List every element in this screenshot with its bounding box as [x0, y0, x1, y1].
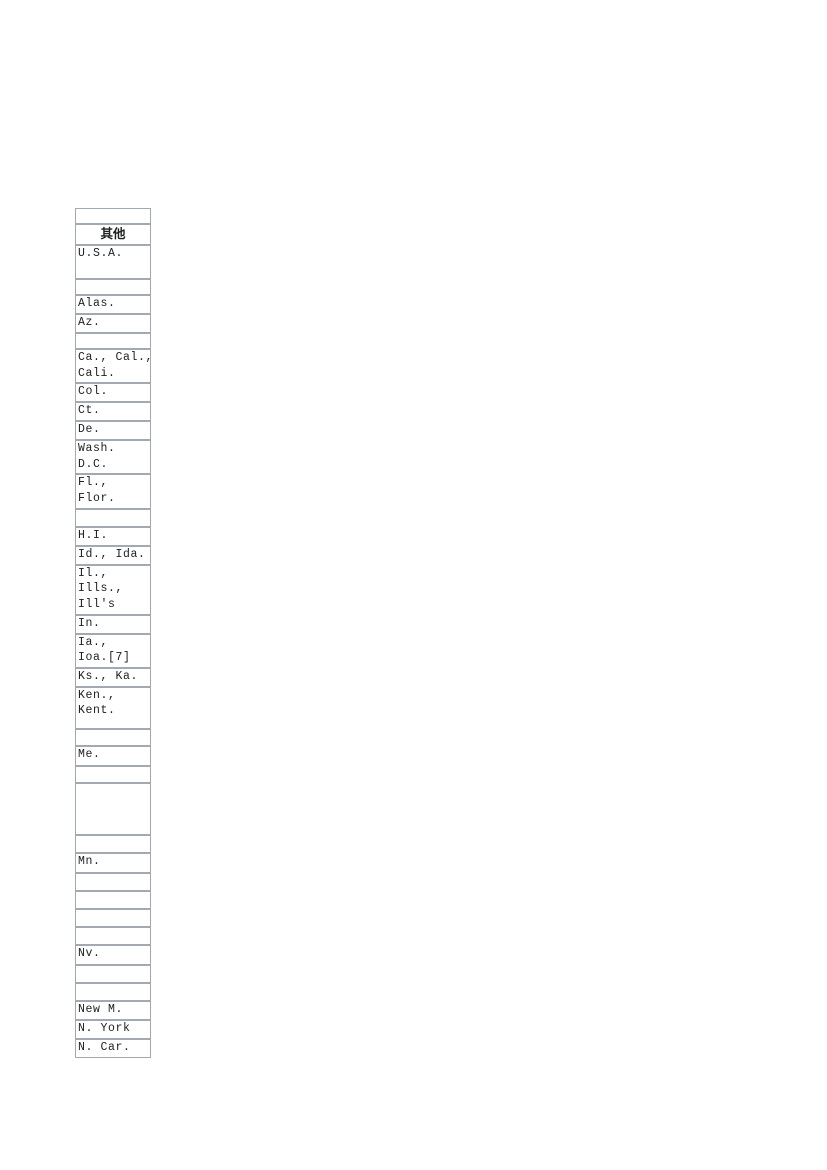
empty-cell — [75, 333, 151, 349]
cell-text-line: Wash. — [78, 442, 116, 456]
table-row — [75, 782, 151, 835]
table-row — [75, 834, 151, 853]
empty-cell — [75, 782, 151, 835]
abbreviation-cell: U.S.A. — [75, 245, 151, 279]
other-column-header: 其他 — [75, 224, 151, 245]
table-row: N. York — [75, 1019, 151, 1039]
cell-text-line: Cali. — [78, 366, 116, 380]
abbreviation-cell: Me. — [75, 745, 151, 766]
state-abbreviations-table: 其他 U.S.A. Alas. Az. Ca., Cal., Cali. Col. Ct. D… — [75, 208, 151, 1058]
table-row: U.S.A. — [75, 245, 151, 279]
cell-text-line: Ia., — [78, 635, 109, 649]
cell-text-line: Il., — [78, 566, 109, 580]
abbreviation-cell: N. Car. — [75, 1038, 151, 1058]
table-row — [75, 728, 151, 746]
table-row: De. — [75, 421, 151, 441]
empty-cell — [75, 728, 151, 746]
abbreviation-cell: Fl., Flor. — [75, 474, 151, 509]
abbreviation-cell: H.I. — [75, 526, 151, 546]
abbreviation-table-container: 其他 U.S.A. Alas. Az. Ca., Cal., Cali. Col. Ct. D… — [75, 208, 151, 1058]
table-row — [75, 333, 151, 349]
abbreviation-cell: Nv. — [75, 944, 151, 965]
table-top-spacer-row — [75, 208, 151, 224]
table-row — [75, 890, 151, 909]
table-header-row: 其他 — [75, 224, 151, 245]
table-row: H.I. — [75, 526, 151, 546]
abbreviation-cell: New M. — [75, 1000, 151, 1020]
table-top-spacer-cell — [75, 208, 151, 224]
empty-cell — [75, 872, 151, 891]
table-row: Ca., Cal., Cali. — [75, 349, 151, 384]
table-row: Il., Ills., Ill's — [75, 564, 151, 615]
table-row: Me. — [75, 745, 151, 766]
abbreviation-cell: Id., Ida. — [75, 545, 151, 565]
cell-text-line: Ills., — [78, 582, 124, 596]
abbreviation-cell: Ken., Kent. — [75, 686, 151, 729]
cell-text-line: Ca., Cal., — [78, 351, 151, 364]
abbreviation-cell: Il., Ills., Ill's — [75, 564, 151, 615]
empty-cell — [75, 908, 151, 927]
cell-text-line: Ill's — [78, 597, 116, 611]
abbreviation-cell: N. York — [75, 1019, 151, 1039]
table-row: Fl., Flor. — [75, 474, 151, 509]
abbreviation-cell: Ks., Ka. — [75, 667, 151, 687]
table-row: Nv. — [75, 944, 151, 965]
abbreviation-cell: Wash. D.C. — [75, 440, 151, 475]
cell-text-line: Ken., — [78, 688, 116, 702]
table-row — [75, 908, 151, 927]
abbreviation-cell: Az. — [75, 314, 151, 333]
table-row: Mn. — [75, 852, 151, 873]
empty-cell — [75, 508, 151, 527]
table-row: Id., Ida. — [75, 545, 151, 565]
abbreviation-cell: In. — [75, 614, 151, 634]
abbreviation-cell: Mn. — [75, 852, 151, 873]
abbreviation-cell: Col. — [75, 383, 151, 403]
empty-cell — [75, 926, 151, 945]
empty-cell — [75, 279, 151, 295]
empty-cell — [75, 890, 151, 909]
table-row — [75, 279, 151, 295]
table-row — [75, 926, 151, 945]
cell-text-line: Kent. — [78, 704, 116, 718]
table-row: In. — [75, 614, 151, 634]
abbreviation-cell: Alas. — [75, 295, 151, 314]
table-row: Alas. — [75, 295, 151, 314]
table-row — [75, 872, 151, 891]
abbreviation-cell: De. — [75, 421, 151, 441]
abbreviation-cell: Ia., Ioa.[7] — [75, 633, 151, 668]
abbreviation-cell: Ca., Cal., Cali. — [75, 349, 151, 384]
empty-cell — [75, 765, 151, 783]
empty-cell — [75, 982, 151, 1001]
cell-text-line: D.C. — [78, 457, 109, 471]
table-row: New M. — [75, 1000, 151, 1020]
table-row: Wash. D.C. — [75, 440, 151, 475]
table-row: Az. — [75, 314, 151, 333]
table-row: Col. — [75, 383, 151, 403]
table-row: Ks., Ka. — [75, 667, 151, 687]
table-row: Ken., Kent. — [75, 686, 151, 729]
table-row — [75, 765, 151, 783]
table-row: Ia., Ioa.[7] — [75, 633, 151, 668]
empty-cell — [75, 964, 151, 983]
empty-cell — [75, 834, 151, 853]
table-row: Ct. — [75, 402, 151, 422]
table-row — [75, 982, 151, 1001]
table-row — [75, 964, 151, 983]
cell-text-line: Ioa.[7] — [78, 651, 131, 665]
table-row: N. Car. — [75, 1038, 151, 1058]
abbreviation-cell: Ct. — [75, 402, 151, 422]
table-row — [75, 508, 151, 527]
table-body: 其他 U.S.A. Alas. Az. Ca., Cal., Cali. Col. Ct. D… — [75, 208, 151, 1058]
